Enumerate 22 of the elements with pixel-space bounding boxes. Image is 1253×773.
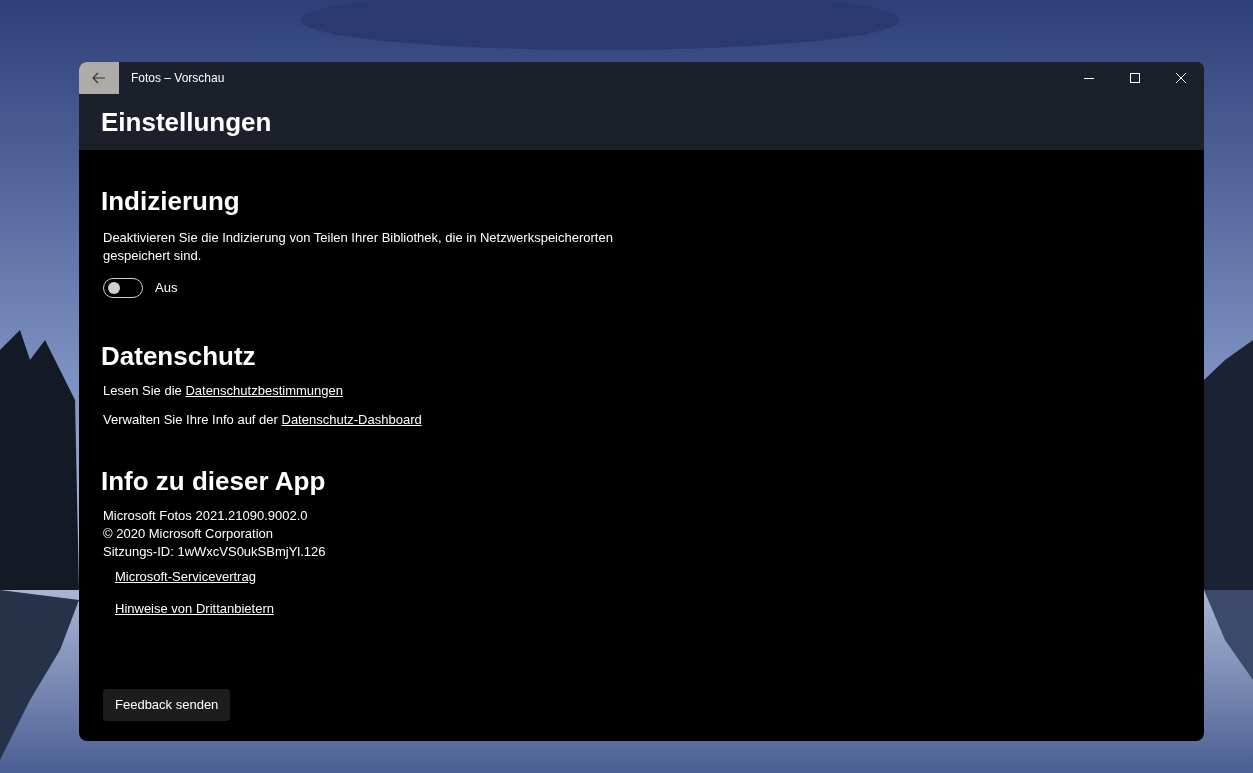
section-heading: Info zu dieser App xyxy=(101,465,327,498)
privacy-link[interactable]: Datenschutz-Dashboard xyxy=(281,412,422,427)
back-button[interactable] xyxy=(79,62,119,94)
minimize-icon xyxy=(1084,77,1094,79)
window-title: Fotos – Vorschau xyxy=(131,70,225,87)
app-info-text: Microsoft Fotos 2021.21090.9002.0 xyxy=(103,507,309,525)
page-title: Einstellungen xyxy=(101,105,272,139)
privacy-text: Verwalten Sie Ihre Info auf der Datenschutz-Dashboard xyxy=(103,411,423,429)
app-info-link[interactable]: Microsoft-Servicevertrag xyxy=(115,567,256,587)
app-info-text: Sitzungs-ID: 1wWxcVS0ukSBmjYl.126 xyxy=(103,543,327,561)
app-info-text: © 2020 Microsoft Corporation xyxy=(103,525,274,543)
section-heading: Datenschutz xyxy=(101,340,257,373)
section-heading: Indizierung xyxy=(101,185,241,218)
back-arrow-icon xyxy=(92,72,106,84)
feedback-button[interactable]: Feedback senden xyxy=(103,689,231,721)
privacy-text: Lesen Sie die Datenschutzbestimmungen xyxy=(103,382,344,400)
app-info-link[interactable]: Hinweise von Drittanbietern xyxy=(115,599,274,619)
section-description: Deaktivieren Sie die Indizierung von Teilen Ihrer Bibliothek, die in Netzwerkspeicherorten gespeichert sind. xyxy=(103,229,614,265)
toggle-label: Aus xyxy=(155,279,178,298)
privacy-link[interactable]: Datenschutzbestimmungen xyxy=(185,383,343,398)
maximize-icon xyxy=(1130,73,1140,83)
close-icon xyxy=(1176,73,1186,83)
